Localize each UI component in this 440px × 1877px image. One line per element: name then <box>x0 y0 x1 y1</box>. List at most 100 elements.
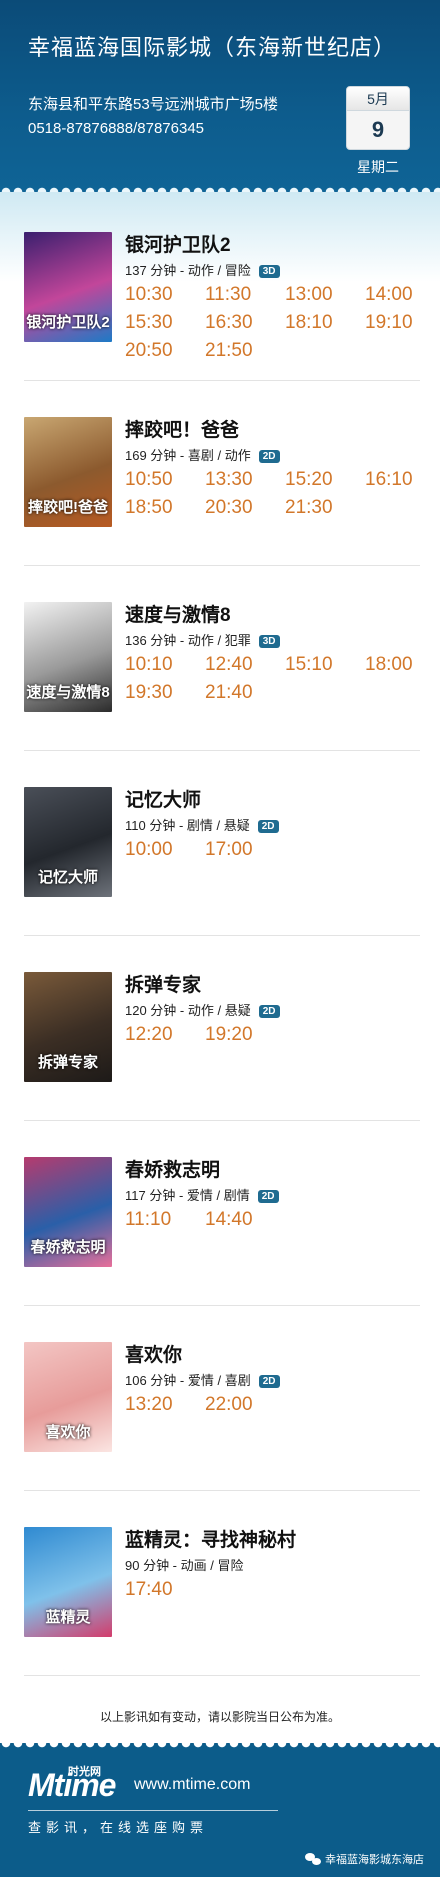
showtime[interactable]: 18:00 <box>365 654 440 676</box>
movie-separator <box>24 750 420 751</box>
footer-divider <box>28 1810 278 1811</box>
poster-title: 速度与激情8 <box>26 684 110 701</box>
date-day: 9 <box>371 117 385 142</box>
showtime-list: 10:10 12:40 15:10 18:00 19:30 21:40 <box>125 654 425 704</box>
site-url[interactable]: www.mtime.com <box>134 1776 250 1794</box>
showtime[interactable]: 15:10 <box>285 654 365 676</box>
mtime-logo[interactable]: Mtime 时光网 <box>28 1763 128 1803</box>
movie-poster[interactable]: 春娇救志明 <box>24 1157 112 1267</box>
showtime[interactable]: 19:20 <box>205 1024 285 1046</box>
movie-title[interactable]: 春娇救志明 <box>125 1155 220 1182</box>
showtime[interactable]: 21:40 <box>205 682 285 704</box>
showtime[interactable]: 21:50 <box>205 340 285 362</box>
wechat-account: 幸福蓝海影城东海店 <box>305 1851 424 1867</box>
showtime[interactable]: 13:30 <box>205 469 285 491</box>
movie-item[interactable]: 蓝精灵 蓝精灵：寻找神秘村 90 分钟 - 动画 / 冒险 17:40 <box>0 1525 440 1710</box>
movie-title[interactable]: 银河护卫队2 <box>125 230 231 257</box>
movie-meta: 110 分钟 - 剧情 / 悬疑 2D <box>125 815 279 834</box>
showtime[interactable]: 20:30 <box>205 497 285 519</box>
showtime-list: 11:10 14:40 <box>125 1209 425 1231</box>
cinema-address: 东海县和平东路53号远洲城市广场5楼 <box>28 96 279 113</box>
showtime[interactable]: 20:50 <box>125 340 205 362</box>
movie-item[interactable]: 银河护卫队2 银河护卫队2 137 分钟 - 动作 / 冒险 3D 10:30 11:30… <box>0 230 440 415</box>
movie-duration-genre: 117 分钟 - 爱情 / 剧情 <box>125 1188 250 1203</box>
showtime[interactable]: 16:30 <box>205 312 285 334</box>
showtime-list: 10:30 11:30 13:00 14:00 15:30 16:30 18:10 19:10… <box>125 284 425 362</box>
movie-title[interactable]: 摔跤吧！爸爸 <box>125 415 239 442</box>
movie-separator <box>24 1675 420 1676</box>
movie-poster[interactable]: 喜欢你 <box>24 1342 112 1452</box>
movie-meta: 169 分钟 - 喜剧 / 动作 2D <box>125 445 280 464</box>
format-badge: 2D <box>258 450 280 463</box>
format-badge: 2D <box>258 1375 280 1388</box>
header: 幸福蓝海国际影城（东海新世纪店） 东海县和平东路53号远洲城市广场5楼 0518… <box>0 0 440 192</box>
movie-separator <box>24 935 420 936</box>
showtime[interactable]: 17:00 <box>205 839 285 861</box>
movie-title[interactable]: 速度与激情8 <box>125 600 231 627</box>
movie-title[interactable]: 拆弹专家 <box>125 970 201 997</box>
movie-poster[interactable]: 记忆大师 <box>24 787 112 897</box>
showtime[interactable]: 16:10 <box>365 469 440 491</box>
showtime[interactable]: 10:50 <box>125 469 205 491</box>
movie-poster[interactable]: 银河护卫队2 <box>24 232 112 342</box>
wechat-icon <box>305 1853 321 1865</box>
movie-duration-genre: 120 分钟 - 动作 / 悬疑 <box>125 1003 251 1018</box>
movie-meta: 117 分钟 - 爱情 / 剧情 2D <box>125 1185 279 1204</box>
showtime[interactable]: 10:30 <box>125 284 205 306</box>
movie-item[interactable]: 记忆大师 记忆大师 110 分钟 - 剧情 / 悬疑 2D 10:00 17:00 <box>0 785 440 970</box>
showtime[interactable]: 11:10 <box>125 1209 205 1231</box>
showtime[interactable]: 17:40 <box>125 1579 205 1601</box>
movie-separator <box>24 380 420 381</box>
showtime-list: 10:00 17:00 <box>125 839 425 861</box>
showtime[interactable]: 12:40 <box>205 654 285 676</box>
movie-duration-genre: 137 分钟 - 动作 / 冒险 <box>125 263 251 278</box>
showtime[interactable]: 13:00 <box>285 284 365 306</box>
movie-item[interactable]: 摔跤吧!爸爸 摔跤吧！爸爸 169 分钟 - 喜剧 / 动作 2D 10:50 13:30… <box>0 415 440 600</box>
showtime[interactable]: 13:20 <box>125 1394 205 1416</box>
footer-slogan: 查影讯，在线选座购票 <box>28 1820 209 1835</box>
poster-title: 喜欢你 <box>45 1424 91 1441</box>
movie-item[interactable]: 速度与激情8 速度与激情8 136 分钟 - 动作 / 犯罪 3D 10:10 12:40… <box>0 600 440 785</box>
showtime[interactable]: 19:10 <box>365 312 440 334</box>
format-badge: 2D <box>257 820 279 833</box>
showtime[interactable]: 18:50 <box>125 497 205 519</box>
showtime[interactable]: 19:30 <box>125 682 205 704</box>
footer: Mtime 时光网 www.mtime.com 查影讯，在线选座购票 幸福蓝海影… <box>0 1743 440 1877</box>
showtime[interactable]: 21:30 <box>285 497 365 519</box>
format-badge: 2D <box>258 1005 280 1018</box>
movie-title[interactable]: 记忆大师 <box>125 785 201 812</box>
movie-separator <box>24 1490 420 1491</box>
movie-item[interactable]: 拆弹专家 拆弹专家 120 分钟 - 动作 / 悬疑 2D 12:20 19:20 <box>0 970 440 1155</box>
movie-duration-genre: 110 分钟 - 剧情 / 悬疑 <box>125 818 250 833</box>
showtime[interactable]: 14:40 <box>205 1209 285 1231</box>
movie-meta: 136 分钟 - 动作 / 犯罪 3D <box>125 630 280 649</box>
showtime[interactable]: 14:00 <box>365 284 440 306</box>
showtime[interactable]: 10:10 <box>125 654 205 676</box>
movie-duration-genre: 106 分钟 - 爱情 / 喜剧 <box>125 1373 251 1388</box>
showtime[interactable]: 15:20 <box>285 469 365 491</box>
movie-item[interactable]: 春娇救志明 春娇救志明 117 分钟 - 爱情 / 剧情 2D 11:10 14:40 <box>0 1155 440 1340</box>
movie-poster[interactable]: 速度与激情8 <box>24 602 112 712</box>
showtime[interactable]: 12:20 <box>125 1024 205 1046</box>
movie-item[interactable]: 喜欢你 喜欢你 106 分钟 - 爱情 / 喜剧 2D 13:20 22:00 <box>0 1340 440 1525</box>
date-calendar-box: 5月 9 <box>346 86 410 150</box>
showtime[interactable]: 11:30 <box>205 284 285 306</box>
movie-poster[interactable]: 摔跤吧!爸爸 <box>24 417 112 527</box>
wechat-account-name: 幸福蓝海影城东海店 <box>325 1854 424 1866</box>
showtime-list: 12:20 19:20 <box>125 1024 425 1046</box>
movie-meta: 137 分钟 - 动作 / 冒险 3D <box>125 260 280 279</box>
movie-duration-genre: 169 分钟 - 喜剧 / 动作 <box>125 448 251 463</box>
movie-separator <box>24 1120 420 1121</box>
poster-title: 摔跤吧!爸爸 <box>28 499 108 516</box>
movie-poster[interactable]: 拆弹专家 <box>24 972 112 1082</box>
movie-title[interactable]: 蓝精灵：寻找神秘村 <box>125 1525 296 1552</box>
movie-poster[interactable]: 蓝精灵 <box>24 1527 112 1637</box>
showtime[interactable]: 15:30 <box>125 312 205 334</box>
showtime[interactable]: 22:00 <box>205 1394 285 1416</box>
movie-title[interactable]: 喜欢你 <box>125 1340 182 1367</box>
showtime[interactable]: 10:00 <box>125 839 205 861</box>
showtime[interactable]: 18:10 <box>285 312 365 334</box>
movie-duration-genre: 90 分钟 - 动画 / 冒险 <box>125 1558 244 1573</box>
movie-meta: 90 分钟 - 动画 / 冒险 <box>125 1555 243 1574</box>
movie-duration-genre: 136 分钟 - 动作 / 犯罪 <box>125 633 251 648</box>
